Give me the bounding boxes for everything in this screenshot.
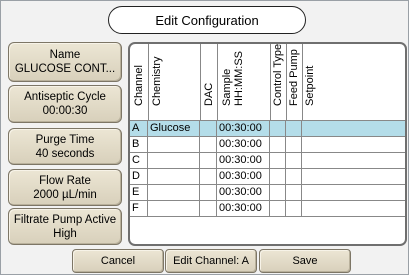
flow-rate-button[interactable]: Flow Rate 2000 µL/min bbox=[8, 169, 122, 206]
table-row[interactable]: D 00:30:00 bbox=[130, 169, 405, 185]
table-row[interactable]: A Glucose 00:30:00 bbox=[130, 121, 405, 137]
purge-time-value: 40 seconds bbox=[35, 147, 95, 160]
flow-rate-value: 2000 µL/min bbox=[33, 188, 97, 201]
antiseptic-cycle-label: Antiseptic Cycle bbox=[24, 91, 106, 103]
name-label: Name bbox=[49, 49, 81, 61]
channel-table: Channel Chemistry DAC Sample HH:MM:SS Co… bbox=[128, 42, 407, 246]
table-header: Channel Chemistry DAC Sample HH:MM:SS Co… bbox=[130, 44, 405, 121]
cancel-button[interactable]: Cancel bbox=[72, 249, 164, 273]
header-sample: Sample HH:MM:SS bbox=[217, 44, 271, 120]
table-row[interactable]: F 00:30:00 bbox=[130, 201, 405, 217]
table-row[interactable]: B 00:30:00 bbox=[130, 137, 405, 153]
header-feed-pump: Feed Pump bbox=[286, 44, 303, 120]
purge-time-button[interactable]: Purge Time 40 seconds bbox=[8, 128, 122, 165]
header-chemistry: Chemistry bbox=[148, 44, 201, 120]
header-channel: Channel bbox=[130, 44, 149, 120]
edit-configuration-screen: Edit Configuration Name GLUCOSE CONT... … bbox=[0, 0, 409, 275]
antiseptic-cycle-value: 00:00:30 bbox=[42, 105, 88, 117]
filtrate-pump-active-value: High bbox=[53, 227, 77, 240]
screen-title: Edit Configuration bbox=[108, 6, 306, 34]
header-control-type: Control Type bbox=[270, 44, 287, 120]
name-button[interactable]: Name GLUCOSE CONT... bbox=[8, 42, 122, 82]
purge-time-label: Purge Time bbox=[35, 133, 95, 146]
edit-channel-button[interactable]: Edit Channel: A bbox=[165, 249, 257, 273]
filtrate-pump-active-button[interactable]: Filtrate Pump Active High bbox=[8, 208, 122, 245]
header-setpoint: Setpoint bbox=[304, 65, 316, 106]
name-value: GLUCOSE CONT... bbox=[14, 63, 116, 75]
table-row[interactable]: E 00:30:00 bbox=[130, 185, 405, 201]
antiseptic-cycle-button[interactable]: Antiseptic Cycle 00:00:30 bbox=[8, 85, 122, 123]
table-body: A Glucose 00:30:00 B 00:30:00 C 00:30:00 bbox=[130, 121, 405, 217]
filtrate-pump-active-label: Filtrate Pump Active bbox=[13, 213, 117, 226]
save-button[interactable]: Save bbox=[259, 249, 351, 273]
table-row[interactable]: C 00:30:00 bbox=[130, 153, 405, 169]
flow-rate-label: Flow Rate bbox=[39, 174, 91, 187]
header-dac: DAC bbox=[200, 44, 218, 120]
